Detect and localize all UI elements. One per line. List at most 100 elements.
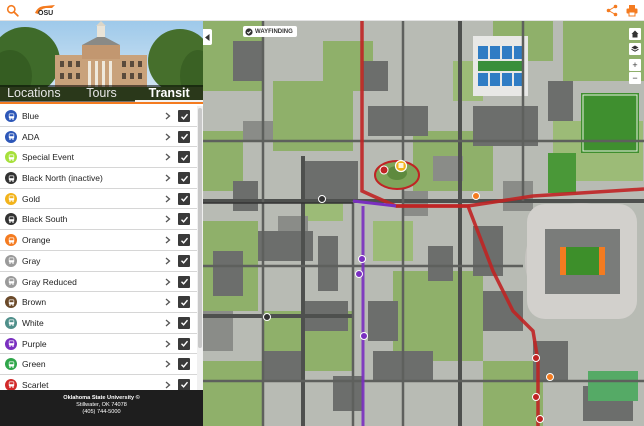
route-visibility-checkbox[interactable] [178,151,190,164]
chevron-right-icon[interactable] [165,236,171,244]
route-label: Special Event [22,152,74,163]
chevron-right-icon[interactable] [165,215,171,223]
top-bar: OSU [0,0,644,21]
route-label: Black South [22,214,68,225]
bus-icon [5,151,17,164]
chevron-right-icon[interactable] [165,153,171,161]
footer-university-name: Oklahoma State University © [63,395,140,401]
route-visibility-checkbox[interactable] [178,275,190,288]
layers-icon [631,45,639,52]
zoom-out-button[interactable]: − [629,72,641,84]
route-visibility-checkbox[interactable] [178,172,190,185]
bus-icon [5,130,17,143]
route-row[interactable]: Special Event [0,147,197,169]
chevron-right-icon[interactable] [165,133,171,141]
footer-address: Stillwater, OK 74078 [76,402,127,408]
checkmark-icon [180,175,188,182]
route-row[interactable]: White [0,313,197,334]
route-visibility-checkbox[interactable] [178,110,190,122]
route-row[interactable]: Gold [0,189,197,210]
chevron-right-icon[interactable] [165,360,171,368]
route-row[interactable]: Green [0,354,197,375]
route-row[interactable]: Gray Reduced [0,272,197,293]
bus-icon [5,316,17,329]
zoom-in-button[interactable]: + [629,59,641,71]
route-visibility-checkbox[interactable] [178,316,190,329]
share-icon[interactable] [606,4,618,17]
home-button[interactable] [629,28,641,40]
footer: Oklahoma State University © Stillwater, … [0,390,203,426]
checkmark-icon [180,382,188,389]
route-visibility-checkbox[interactable] [178,234,190,247]
route-row[interactable]: Gray [0,251,197,272]
transit-route-list: Blue ADA Special Event Black North (inactiv… [0,106,197,406]
chevron-right-icon[interactable] [165,298,171,306]
sidebar: Locations Tours Transit Blue ADA Special E… [0,21,204,426]
checkmark-icon [180,340,188,347]
layers-button[interactable] [629,43,641,55]
chevron-right-icon[interactable] [165,319,171,327]
route-row[interactable]: ADA [0,127,197,148]
chevron-right-icon[interactable] [165,174,171,182]
collapse-sidebar-button[interactable] [203,29,212,45]
map-canvas[interactable] [203,21,644,426]
chevron-right-icon[interactable] [165,340,171,348]
chevron-right-icon[interactable] [165,195,171,203]
chevron-right-icon[interactable] [165,257,171,265]
tab-transit[interactable]: Transit [135,85,204,102]
bus-icon [5,296,17,309]
route-visibility-checkbox[interactable] [178,358,190,371]
route-row[interactable]: Orange [0,230,197,251]
print-icon[interactable] [626,4,638,17]
route-label: Gray Reduced [22,276,77,287]
route-row[interactable]: Black South [0,209,197,231]
route-row[interactable]: Brown [0,292,197,313]
chevron-right-icon[interactable] [165,112,171,120]
checkmark-icon [180,237,188,244]
route-row[interactable]: Purple [0,334,197,355]
search-icon[interactable] [6,4,19,17]
route-label: Gold [22,193,40,204]
route-label: Orange [22,235,51,246]
checkmark-icon [180,113,188,120]
route-label: ADA [22,131,40,142]
wayfinding-button[interactable]: WAYFINDING [243,26,297,37]
route-visibility-checkbox[interactable] [178,130,190,143]
chevron-right-icon[interactable] [165,381,171,389]
campus-map[interactable]: WAYFINDING + − [203,21,644,426]
route-label: Black North (inactive) [22,173,103,184]
wayfinding-label: WAYFINDING [255,28,293,35]
route-visibility-checkbox[interactable] [178,296,190,309]
route-label: Blue [22,111,40,121]
tab-separator [0,102,203,104]
route-label: Brown [22,297,47,308]
chevron-right-icon[interactable] [165,278,171,286]
wayfinding-icon [245,27,253,36]
tab-locations[interactable]: Locations [0,85,68,102]
checkmark-icon [180,133,188,141]
route-visibility-checkbox[interactable] [178,254,190,267]
route-visibility-checkbox[interactable] [178,213,190,226]
checkmark-icon [180,299,188,306]
route-visibility-checkbox[interactable] [178,192,190,205]
bus-icon [5,234,17,247]
osu-brand-logo[interactable]: OSU [34,3,56,18]
route-label: White [22,317,44,328]
sidebar-tabs: Locations Tours Transit [0,85,204,102]
bus-icon [5,358,17,371]
route-row[interactable]: Black North (inactive) [0,168,197,189]
svg-text:OSU: OSU [38,10,53,17]
checkmark-icon [180,320,188,327]
checkmark-icon [180,195,188,203]
route-visibility-checkbox[interactable] [178,337,190,350]
bus-icon [5,275,17,288]
tab-tours[interactable]: Tours [68,85,136,102]
checkmark-icon [180,361,188,368]
chevron-left-icon [205,33,210,41]
route-row[interactable]: Blue [0,106,197,127]
checkmark-icon [180,258,188,265]
checkmark-icon [180,278,188,285]
bus-icon [5,213,17,226]
route-label: Purple [22,338,47,349]
bus-icon [5,192,17,205]
